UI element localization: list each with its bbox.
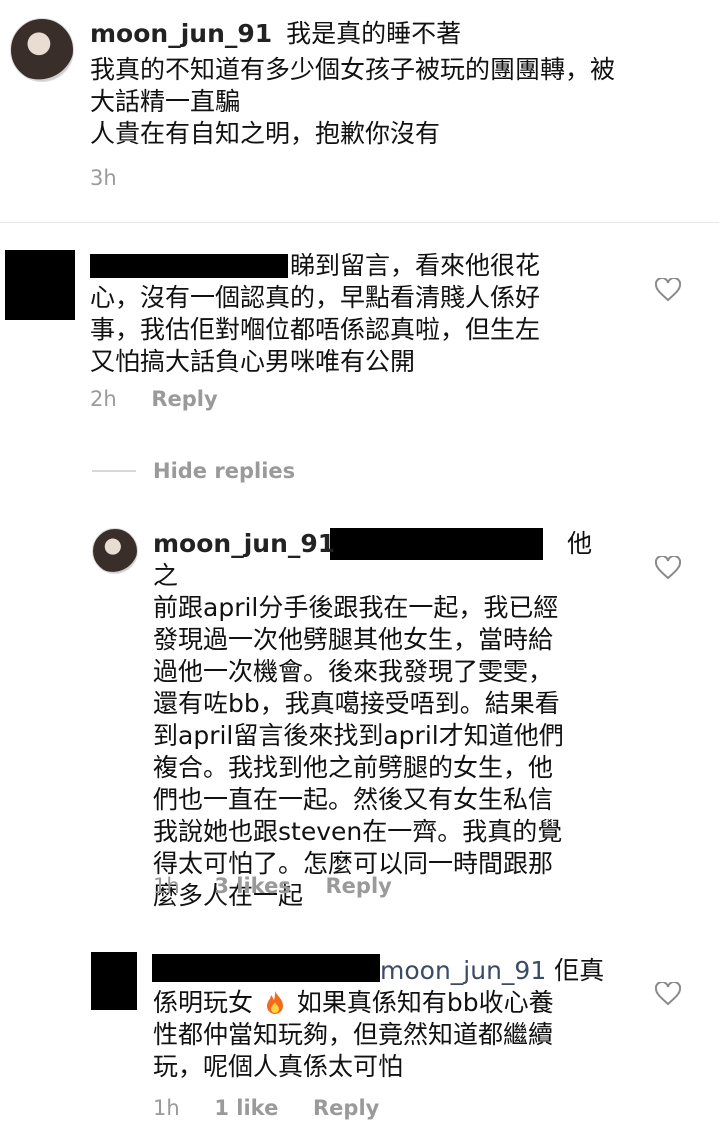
redacted-avatar bbox=[91, 952, 137, 1010]
reply-button[interactable]: Reply bbox=[326, 874, 392, 898]
comment-text: 性都仲當知玩夠，但竟然知道都繼續 bbox=[153, 1020, 554, 1049]
comment-text: 們也一直在一起。然後又有女生私信 bbox=[153, 785, 554, 814]
comment-username[interactable]: moon_jun_91 bbox=[90, 19, 272, 48]
comment-text: 到april留言後來找到april才知道他們 bbox=[153, 721, 564, 750]
divider bbox=[0, 222, 719, 223]
reply-body: moon_jun_91 他之 前跟april分手後跟我在一起，我已經 發現過一次… bbox=[153, 528, 613, 912]
comment-text: 如果真係知有bb收心養 bbox=[296, 988, 554, 1017]
comment-text: 又怕搞大話負心男咪唯有公開 bbox=[90, 347, 416, 376]
comment-text: 心，沒有一個認真的，早點看清賤人係好 bbox=[90, 283, 541, 312]
fire-emoji-icon bbox=[266, 991, 283, 1014]
comment-time: 3h bbox=[90, 166, 117, 190]
comment-text: 佢真 bbox=[554, 956, 605, 985]
comment-text: 玩，呢個人真係太可怕 bbox=[153, 1052, 404, 1081]
comment-text: 發現過一次他劈腿其他女生，當時給 bbox=[153, 625, 554, 654]
comment-text: 我真的不知道有多少個女孩子被玩的團團轉，被 bbox=[90, 55, 616, 84]
avatar[interactable] bbox=[10, 18, 74, 82]
comment-text: 係明玩女 bbox=[153, 988, 254, 1017]
comment-text: 過他一次機會。後來我發現了雯雯， bbox=[153, 657, 554, 686]
reply-meta: 1h 1 like Reply bbox=[153, 1096, 379, 1120]
avatar[interactable] bbox=[92, 528, 138, 574]
reply-username[interactable]: moon_jun_91 bbox=[153, 529, 335, 558]
reply-body: moon_jun_91 佢真 係明玩女 如果真係知有bb收心養 性都仲當知玩夠，… bbox=[153, 955, 623, 1083]
comment-body: 睇到留言，看來他很花 心，沒有一個認真的，早點看清賤人係好 事，我估佢對嗰位都唔… bbox=[90, 250, 650, 378]
heart-outline-icon[interactable] bbox=[655, 278, 681, 302]
comment-text: 複合。我找到他之前劈腿的女生，他 bbox=[153, 753, 554, 782]
comment-text: 大話精一直騙 bbox=[90, 87, 241, 116]
heart-outline-icon[interactable] bbox=[655, 556, 681, 580]
comment-time: 1h bbox=[153, 1096, 180, 1120]
comment-text: 睇到留言，看來他很花 bbox=[290, 251, 541, 280]
likes-count[interactable]: 3 likes bbox=[214, 874, 290, 898]
comment-top: moon_jun_91 我是真的睡不著 我真的不知道有多少個女孩子被玩的團團轉，… bbox=[90, 18, 710, 150]
redacted-avatar bbox=[5, 250, 75, 320]
comment-time: 1h bbox=[153, 874, 180, 898]
comment-time: 2h bbox=[90, 387, 117, 411]
reply-meta: 1h 3 likes Reply bbox=[153, 874, 392, 898]
comment-text: 人貴在有自知之明，抱歉你沒有 bbox=[90, 119, 441, 148]
comment-meta: 2h Reply bbox=[90, 387, 218, 411]
comment-text: 還有咗bb，我真噶接受唔到。結果看 bbox=[153, 689, 560, 718]
comment-text: 前跟april分手後跟我在一起，我已經 bbox=[153, 593, 559, 622]
comment-text: 我是真的睡不著 bbox=[286, 19, 462, 48]
heart-outline-icon[interactable] bbox=[655, 982, 681, 1006]
reply-button[interactable]: Reply bbox=[313, 1096, 379, 1120]
comment-text: 事，我估佢對嗰位都唔係認真啦，但生左 bbox=[90, 315, 541, 344]
likes-count[interactable]: 1 like bbox=[214, 1096, 278, 1120]
reply-button[interactable]: Reply bbox=[151, 387, 217, 411]
mention-link[interactable]: moon_jun_91 bbox=[380, 956, 546, 985]
comment-text: 我說她也跟steven在一齊。我真的覺 bbox=[153, 817, 563, 846]
hide-replies-line bbox=[92, 470, 136, 472]
hide-replies-button[interactable]: Hide replies bbox=[153, 459, 295, 483]
